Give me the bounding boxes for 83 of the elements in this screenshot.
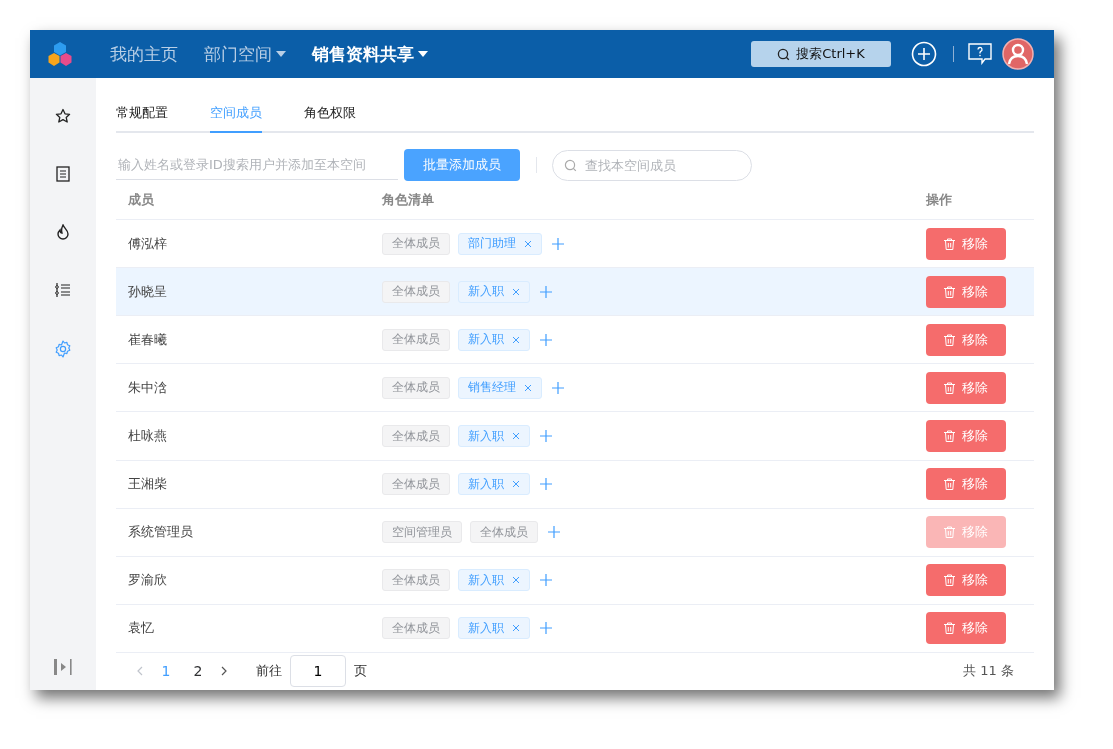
avatar-icon[interactable] [1002, 38, 1034, 70]
trash-icon [944, 622, 955, 635]
list-icon[interactable] [55, 282, 71, 298]
role-tag: 新入职 [458, 280, 530, 303]
role-tag: 新入职 [458, 328, 530, 351]
tab[interactable]: 常规配置 [116, 104, 168, 133]
member-name: 傅泓梓 [127, 234, 168, 253]
trash-icon [944, 430, 955, 442]
document-icon[interactable] [56, 166, 70, 182]
remove-button[interactable]: 移除 [926, 323, 1006, 356]
role-tag: 新入职 [458, 569, 530, 592]
member-name: 杜咏燕 [127, 427, 168, 445]
nav-link[interactable]: 销售资料共享 [312, 42, 428, 66]
goto-label: 前往 [256, 662, 282, 681]
close-icon[interactable] [512, 335, 520, 344]
column-header: 成员 [127, 191, 155, 210]
role-tag: 空间管理员 [382, 521, 462, 544]
previous-page-icon[interactable] [136, 666, 144, 677]
member-name: 朱中浛 [127, 378, 168, 397]
close-icon[interactable] [512, 576, 520, 585]
collapse-icon[interactable] [53, 658, 73, 676]
page-input[interactable]: 1 [290, 655, 346, 688]
nav-link[interactable]: 我的主页 [110, 42, 178, 66]
role-tag: 全体成员 [470, 521, 538, 544]
nav-link[interactable]: 部门空间 [204, 42, 286, 66]
logo-icon [47, 41, 73, 67]
tab[interactable]: 角色权限 [304, 104, 356, 133]
role-tag: 全体成员 [382, 328, 450, 351]
remove-button[interactable]: 移除 [926, 371, 1006, 404]
trash-icon [944, 526, 955, 539]
remove-button[interactable]: 移除 [926, 564, 1006, 597]
trash-icon [944, 237, 955, 250]
role-tag: 全体成员 [382, 232, 450, 255]
member-name: 孙晓呈 [127, 282, 168, 301]
role-tag: 全体成员 [382, 473, 450, 496]
page-number[interactable]: 1 [150, 663, 182, 680]
member-search-field[interactable]: 查找本空间成员 [552, 149, 752, 181]
member-name: 崔春曦 [127, 330, 168, 349]
close-icon[interactable] [512, 287, 520, 296]
role-tag: 新入职 [458, 425, 530, 447]
remove-button[interactable]: 移除 [926, 227, 1006, 260]
remove-button[interactable]: 移除 [926, 612, 1006, 645]
trash-icon [944, 381, 955, 394]
member-name: 袁忆 [127, 619, 155, 638]
trash-icon [944, 333, 955, 346]
help-icon[interactable] [968, 43, 992, 65]
role-tag: 全体成员 [382, 376, 450, 399]
settings-icon[interactable] [54, 340, 72, 358]
search-icon [777, 47, 791, 61]
role-tag: 全体成员 [382, 569, 450, 592]
next-page-icon[interactable] [220, 666, 228, 677]
tab[interactable]: 空间成员 [210, 104, 262, 133]
role-tag: 部门助理 [458, 232, 542, 255]
role-tag: 全体成员 [382, 617, 450, 640]
role-tag: 新入职 [458, 617, 530, 640]
member-name: 王湘柴 [127, 475, 168, 494]
role-tag: 新入职 [458, 473, 530, 496]
flame-icon[interactable] [56, 224, 70, 240]
total-count: 共 11 条 [963, 662, 1014, 681]
batch-add-button[interactable]: 批量添加成员 [404, 149, 520, 181]
close-icon[interactable] [524, 239, 532, 248]
star-icon[interactable] [55, 108, 71, 124]
trash-icon [944, 478, 955, 491]
trash-icon [944, 285, 955, 298]
close-icon[interactable] [512, 624, 520, 633]
search-button[interactable]: 搜索Ctrl+K [751, 41, 891, 67]
close-icon[interactable] [524, 383, 532, 392]
close-icon[interactable] [512, 432, 520, 440]
role-tag: 销售经理 [458, 376, 542, 399]
trash-icon [944, 574, 955, 587]
search-icon [564, 158, 577, 172]
remove-button[interactable]: 移除 [926, 468, 1006, 501]
member-name: 罗渝欣 [127, 571, 168, 590]
member-name: 系统管理员 [127, 523, 194, 542]
column-header: 操作 [926, 191, 953, 210]
remove-button[interactable]: 移除 [926, 420, 1006, 452]
remove-button[interactable]: 移除 [926, 275, 1006, 308]
role-tag: 全体成员 [382, 280, 450, 303]
column-header: 角色清单 [382, 191, 435, 210]
page-number[interactable]: 2 [182, 663, 214, 680]
page-suffix: 页 [354, 662, 367, 681]
role-tag: 全体成员 [382, 425, 450, 447]
close-icon[interactable] [512, 480, 520, 489]
